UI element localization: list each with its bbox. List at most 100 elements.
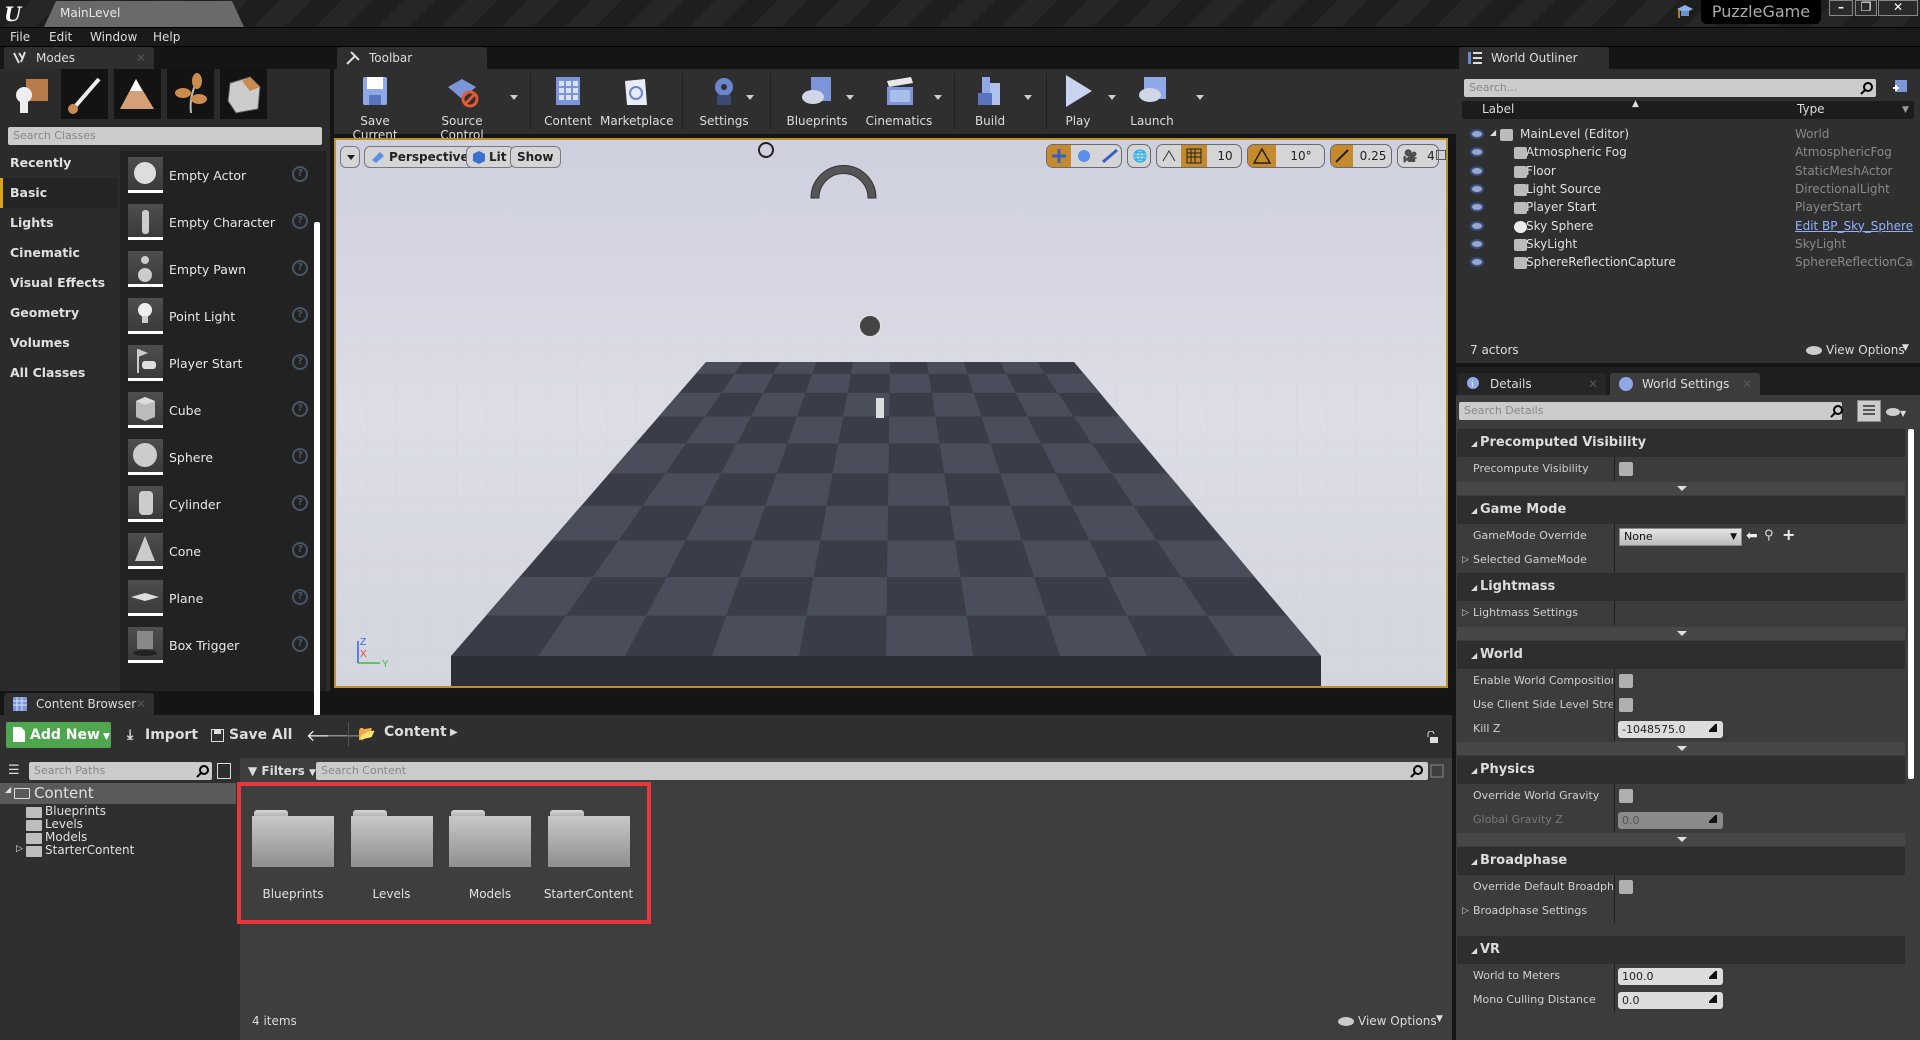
outliner-row[interactable]: SkyLight SkyLight xyxy=(1462,236,1914,254)
search-classes-input[interactable]: Search Classes xyxy=(8,127,322,145)
enable-world-composition-checkbox[interactable] xyxy=(1619,674,1633,688)
outliner-row[interactable]: Floor StaticMeshActor xyxy=(1462,163,1914,181)
section-game-mode[interactable]: ◢ Game Mode xyxy=(1457,496,1905,524)
menu-edit[interactable]: Edit xyxy=(49,30,72,44)
details-scrollbar[interactable] xyxy=(1908,429,1914,779)
grid-snap-value[interactable]: 10 xyxy=(1207,145,1241,167)
visibility-eye-icon[interactable] xyxy=(1470,220,1484,231)
lit-view-mode-button[interactable]: Lit xyxy=(466,146,514,168)
tree-item[interactable]: ▷ StarterContent xyxy=(0,843,236,860)
world-to-meters-input[interactable]: 100.0 xyxy=(1618,968,1723,985)
place-item-sphere[interactable]: Sphere? xyxy=(128,439,318,483)
viewport-options-button[interactable] xyxy=(340,146,360,168)
use-selected-arrow-icon[interactable]: ⬅ xyxy=(1746,524,1758,548)
property-matrix-button[interactable] xyxy=(1857,400,1881,422)
breadcrumb-chevron-icon[interactable]: ▶ xyxy=(450,727,458,738)
help-icon[interactable]: ? xyxy=(292,260,308,276)
section-precomputed-visibility[interactable]: ◢ Precomputed Visibility xyxy=(1457,429,1905,457)
override-broadphase-checkbox[interactable] xyxy=(1619,880,1633,894)
source-control-dropdown-icon[interactable] xyxy=(510,95,518,100)
details-search-input[interactable]: Search Details xyxy=(1459,402,1842,420)
help-icon[interactable]: ? xyxy=(292,589,308,605)
outliner-row[interactable]: Sky Sphere Edit BP_Sky_Sphere xyxy=(1462,218,1914,236)
advanced-expander[interactable] xyxy=(1457,742,1905,755)
folder-tile[interactable]: Blueprints xyxy=(252,790,348,920)
source-control-button[interactable]: Source Control xyxy=(420,73,504,142)
section-world[interactable]: ◢ World xyxy=(1457,641,1905,669)
gamemode-override-dropdown[interactable]: None ▼ xyxy=(1619,528,1742,546)
restore-button[interactable]: ❐ xyxy=(1855,0,1877,16)
place-item-cylinder[interactable]: Cylinder? xyxy=(128,486,318,530)
level-tab[interactable]: MainLevel xyxy=(44,1,244,27)
mode-landscape-button[interactable] xyxy=(114,69,161,119)
close-tab-icon[interactable]: ✕ xyxy=(136,47,146,69)
place-item-empty-pawn[interactable]: Empty Pawn? xyxy=(128,251,318,295)
play-button[interactable]: Play xyxy=(1056,73,1100,128)
learn-graduation-cap-icon[interactable] xyxy=(1676,4,1694,20)
save-current-button[interactable]: Save Current xyxy=(340,73,410,142)
category-cinematic[interactable]: Cinematic xyxy=(0,238,118,268)
category-recently-placed[interactable]: Recently Placed xyxy=(0,148,118,200)
category-geometry[interactable]: Geometry xyxy=(0,298,118,328)
add-folder-icon[interactable] xyxy=(1891,78,1909,96)
prop-selected-gamemode[interactable]: ▷ Selected GameMode xyxy=(1457,548,1905,572)
tab-modes[interactable]: Modes ✕ xyxy=(4,47,154,69)
tab-world-settings[interactable]: World Settings ✕ xyxy=(1610,373,1760,395)
content-button[interactable]: Content xyxy=(542,73,594,128)
visibility-eye-icon[interactable] xyxy=(1470,147,1484,158)
menu-window[interactable]: Window xyxy=(90,30,137,44)
place-item-box-trigger[interactable]: Box Trigger? xyxy=(128,627,318,671)
column-dropdown-icon[interactable]: ▼ xyxy=(1902,105,1909,115)
grid-snap-toggle[interactable] xyxy=(1181,145,1207,167)
override-world-gravity-checkbox[interactable] xyxy=(1619,789,1633,803)
save-all-button[interactable]: Save All xyxy=(210,723,292,747)
mode-place-button[interactable] xyxy=(8,69,55,119)
surface-snap-button[interactable] xyxy=(1157,145,1181,167)
add-new-button[interactable]: Add New ▼ xyxy=(6,722,111,748)
visibility-eye-icon[interactable] xyxy=(1470,257,1484,268)
outliner-row[interactable]: Player Start PlayerStart xyxy=(1462,199,1914,217)
visibility-eye-icon[interactable] xyxy=(1470,165,1484,176)
visibility-eye-icon[interactable] xyxy=(1470,183,1484,194)
folder-tile[interactable]: StarterContent xyxy=(544,790,644,920)
modes-scrollbar[interactable] xyxy=(314,222,320,727)
cinematics-button[interactable]: Cinematics xyxy=(862,73,936,128)
prop-lightmass-settings[interactable]: ▷ Lightmass Settings xyxy=(1457,601,1905,625)
world-local-toggle[interactable]: 🌐 xyxy=(1127,144,1151,168)
help-icon[interactable]: ? xyxy=(292,354,308,370)
tab-content-browser[interactable]: Content Browser ✕ xyxy=(4,693,154,715)
visibility-eye-icon[interactable] xyxy=(1470,129,1484,139)
translate-mode-button[interactable] xyxy=(1047,145,1071,167)
filters-button[interactable]: ▼ Filters ▼ xyxy=(248,764,316,778)
close-window-button[interactable]: ✕ xyxy=(1878,0,1918,16)
outliner-row[interactable]: SphereReflectionCapture SphereReflectionC… xyxy=(1462,254,1914,272)
place-item-empty-actor[interactable]: Empty Actor? xyxy=(128,157,318,201)
kill-z-input[interactable]: -1048575.0 xyxy=(1618,721,1723,738)
column-label[interactable]: Label xyxy=(1482,102,1514,116)
help-icon[interactable]: ? xyxy=(292,213,308,229)
help-icon[interactable]: ? xyxy=(292,448,308,464)
expand-arrow-icon[interactable]: ◢ xyxy=(5,785,11,794)
global-gravity-z-input[interactable]: 0.0 xyxy=(1618,812,1723,829)
import-button[interactable]: ⤓ Import xyxy=(125,723,198,747)
details-visibility-dropdown[interactable]: ▼ xyxy=(1886,405,1906,419)
advanced-expander[interactable] xyxy=(1457,833,1905,846)
level-viewport[interactable]: Perspective Lit Show 🌐 10 10° 0.25 🎥 4 Z… xyxy=(334,138,1448,688)
tab-details[interactable]: i Details ✕ xyxy=(1458,373,1606,395)
section-lightmass[interactable]: ◢ Lightmass xyxy=(1457,573,1905,601)
perspective-button[interactable]: Perspective xyxy=(364,146,476,168)
menu-file[interactable]: File xyxy=(10,30,30,44)
scale-snap-value[interactable]: 0.25 xyxy=(1353,145,1391,167)
place-item-cone[interactable]: Cone? xyxy=(128,533,318,577)
help-icon[interactable]: ? xyxy=(292,401,308,417)
build-dropdown-icon[interactable] xyxy=(1024,95,1032,100)
close-tab-icon[interactable]: ✕ xyxy=(1588,373,1598,395)
help-icon[interactable]: ? xyxy=(292,166,308,182)
settings-dropdown-icon[interactable] xyxy=(746,95,754,100)
path-view-options-icon[interactable] xyxy=(217,763,231,779)
place-item-plane[interactable]: Plane? xyxy=(128,580,318,624)
minimize-button[interactable]: – xyxy=(1829,0,1853,16)
close-tab-icon[interactable]: ✕ xyxy=(1742,373,1752,395)
category-volumes[interactable]: Volumes xyxy=(0,328,118,358)
save-search-icon[interactable] xyxy=(1430,764,1444,778)
